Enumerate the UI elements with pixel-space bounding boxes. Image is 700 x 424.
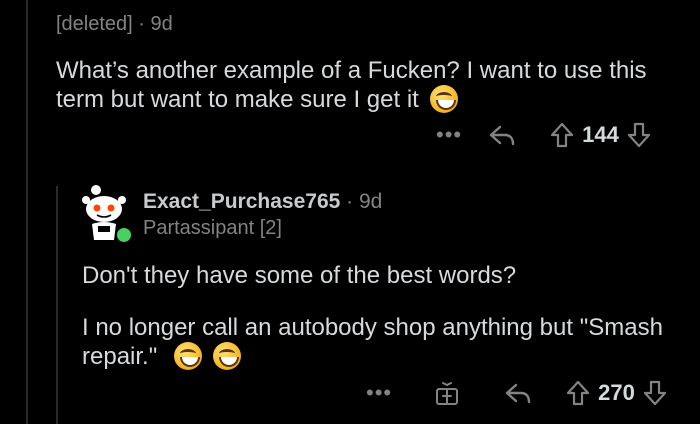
laughing-emoji-icon <box>173 342 202 370</box>
reply-author[interactable]: Exact_Purchase765 <box>143 190 340 213</box>
meta-separator: · <box>346 190 354 213</box>
online-status-indicator <box>115 226 133 244</box>
more-options-button[interactable]: ••• <box>436 122 462 148</box>
downvote-icon[interactable] <box>643 380 667 406</box>
vote-count: 270 <box>598 380 635 405</box>
reply-icon[interactable] <box>488 123 516 147</box>
meta-separator: · <box>138 13 145 35</box>
comment-action-bar: ••• 144 <box>436 122 651 148</box>
downvote-icon[interactable] <box>627 122 651 148</box>
comment-author[interactable]: [deleted] <box>56 13 133 35</box>
upvote-icon[interactable] <box>550 122 574 148</box>
reply-thread-line[interactable] <box>56 186 58 424</box>
comment-meta: [deleted] · 9d <box>56 13 173 36</box>
more-options-button[interactable]: ••• <box>366 380 392 406</box>
comment-text: What’s another example of a Fucken? I wa… <box>56 57 647 113</box>
grinning-face-emoji-icon <box>429 85 458 113</box>
award-icon[interactable] <box>434 380 460 406</box>
reply-text-line1: Don't they have some of the best words? <box>82 262 517 289</box>
reply-text-line2: I no longer call an autobody shop anythi… <box>82 314 663 370</box>
laughing-emoji-icon <box>212 342 241 370</box>
reply-age: 9d <box>359 190 383 213</box>
upvote-icon[interactable] <box>566 380 590 406</box>
comment-body: What’s another example of a Fucken? I wa… <box>56 56 676 114</box>
vote-count: 144 <box>582 122 619 147</box>
reply-text-paragraph: I no longer call an autobody shop anythi… <box>82 313 682 371</box>
comment-age: 9d <box>150 13 173 35</box>
reply-meta: Exact_Purchase765 · 9d <box>143 190 382 214</box>
reply-action-bar: ••• 270 <box>366 380 667 406</box>
thread-line[interactable] <box>26 0 28 424</box>
reply-icon[interactable] <box>504 381 532 405</box>
user-flair: Partassipant [2] <box>143 217 282 239</box>
